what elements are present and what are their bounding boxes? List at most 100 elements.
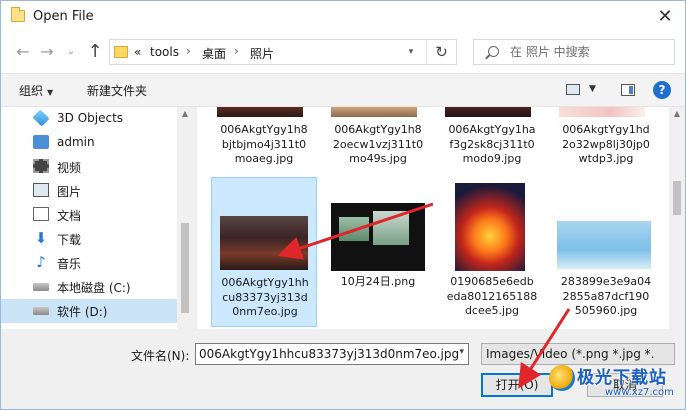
search-box[interactable] <box>473 39 675 65</box>
navigation-bar: ← → ⌄ ↑ « tools › 桌面 › 照片 ▾ ↻ <box>1 33 685 73</box>
chevron-down-icon[interactable]: ▾ <box>402 40 420 64</box>
sidebar-item-downloads[interactable]: ⬇ 下载 <box>1 227 177 251</box>
new-folder-button[interactable]: 新建文件夹 <box>87 82 147 99</box>
file-name: 006AkgtYgy1h8 2oecw1vzj311t0 mo49s.jpg <box>325 123 431 167</box>
watermark-logo-icon <box>549 365 575 391</box>
sidebar-item-label: admin <box>57 135 95 149</box>
file-name: 006AkgtYgy1ha f3g2sk8cj311t0 modo9.jpg <box>439 123 545 167</box>
file-name-line: eda8012165188 <box>446 289 538 303</box>
forward-arrow-icon[interactable]: → <box>37 41 57 63</box>
file-thumbnail <box>217 107 303 117</box>
breadcrumb-tools[interactable]: tools <box>150 45 179 59</box>
file-name-line: 006AkgtYgy1hh <box>221 276 309 289</box>
breadcrumb-desktop[interactable]: 桌面 <box>202 45 226 62</box>
organize-label: 组织 <box>19 84 44 98</box>
recent-locations-icon[interactable]: ⌄ <box>61 41 81 63</box>
command-bar: 组织 ▼ 新建文件夹 ▼ ? <box>1 73 685 107</box>
up-arrow-icon[interactable]: ↑ <box>85 41 105 63</box>
file-name-line: 2855a87dcf190 <box>562 289 650 303</box>
file-name-line: modo9.jpg <box>462 152 522 165</box>
music-icon: ♪ <box>36 253 46 271</box>
document-icon <box>33 207 49 221</box>
folder-icon <box>114 46 128 58</box>
file-name-line: 10月24日.png <box>340 275 416 288</box>
file-name-line: 006AkgtYgy1hd <box>562 123 650 136</box>
file-name-line: wtdp3.jpg <box>578 152 634 165</box>
organize-button[interactable]: 组织 ▼ <box>19 82 53 99</box>
filename-field[interactable]: 006AkgtYgy1hhcu83373yj313d0nm7eo.jpg ▾ <box>195 343 469 365</box>
file-item[interactable]: 006AkgtYgy1ha f3g2sk8cj311t0 modo9.jpg <box>439 107 545 175</box>
file-name-line: cu83373yj313d <box>222 290 308 304</box>
preview-pane-icon[interactable] <box>621 84 635 96</box>
scroll-up-icon[interactable]: ▲ <box>669 109 685 118</box>
scroll-up-icon[interactable]: ▲ <box>177 109 193 118</box>
file-name: 283899e3e9a04 2855a87dcf190 505960.jpg <box>553 275 659 319</box>
folder-app-icon <box>11 7 25 22</box>
file-thumbnail <box>220 216 308 270</box>
file-name-line: 006AkgtYgy1h8 <box>220 123 308 136</box>
help-icon[interactable]: ? <box>653 81 671 99</box>
sidebar-item-pictures[interactable]: 图片 <box>1 179 177 203</box>
sidebar-item-drive-d[interactable]: 软件 (D:) <box>1 299 177 323</box>
close-button[interactable]: ✕ <box>651 5 679 29</box>
download-icon: ⬇ <box>34 229 48 247</box>
sidebar-item-label: 音乐 <box>57 257 82 271</box>
file-name-line: dcee5.jpg <box>464 304 520 317</box>
file-name-line: 0190685e6edb <box>450 275 534 288</box>
search-input[interactable] <box>510 44 670 60</box>
drive-icon <box>33 307 49 315</box>
watermark: 极光下载站 www.xz7.com <box>549 359 685 405</box>
back-arrow-icon[interactable]: ← <box>13 41 33 63</box>
chevron-down-icon[interactable]: ▼ <box>589 84 596 94</box>
address-bar[interactable]: « tools › 桌面 › 照片 ▾ ↻ <box>109 39 457 65</box>
sidebar-item-admin[interactable]: admin <box>1 131 177 155</box>
video-icon <box>33 159 49 173</box>
sidebar-scrollbar[interactable]: ▲ <box>177 107 193 329</box>
sidebar-item-drive-c[interactable]: 本地磁盘 (C:) <box>1 275 177 299</box>
file-name: 0190685e6edb eda8012165188 dcee5.jpg <box>439 275 545 319</box>
breadcrumb-photos[interactable]: 照片 <box>250 45 274 62</box>
scrollbar-thumb[interactable] <box>673 181 681 215</box>
file-item[interactable]: 0190685e6edb eda8012165188 dcee5.jpg <box>439 177 545 327</box>
scrollbar-thumb[interactable] <box>181 223 189 313</box>
file-thumbnail <box>331 203 425 271</box>
file-thumbnail <box>331 107 417 117</box>
file-name-line: f3g2sk8cj311t0 <box>449 137 535 151</box>
watermark-text: 极光下载站 <box>577 368 667 388</box>
sidebar-item-videos[interactable]: 视频 <box>1 155 177 179</box>
breadcrumb-overflow[interactable]: « <box>134 45 141 59</box>
file-item[interactable]: 006AkgtYgy1h8 bjtbjmo4j311t0 moaeg.jpg <box>211 107 317 175</box>
sidebar-item-label: 本地磁盘 (C:) <box>57 281 131 295</box>
file-thumbnail <box>559 107 645 117</box>
file-name: 10月24日.png <box>325 275 431 290</box>
file-item[interactable]: 006AkgtYgy1hd 2o32wp8lj30jp0 wtdp3.jpg <box>553 107 659 175</box>
file-name: 006AkgtYgy1hd 2o32wp8lj30jp0 wtdp3.jpg <box>553 123 659 167</box>
file-name: 006AkgtYgy1h8 bjtbjmo4j311t0 moaeg.jpg <box>211 123 317 167</box>
chevron-down-icon[interactable]: ▾ <box>459 347 464 357</box>
file-list: 006AkgtYgy1h8 bjtbjmo4j311t0 moaeg.jpg 0… <box>197 107 669 329</box>
file-item[interactable]: 283899e3e9a04 2855a87dcf190 505960.jpg <box>553 177 659 327</box>
cube-icon <box>32 109 50 127</box>
sidebar-item-documents[interactable]: 文档 <box>1 203 177 227</box>
navigation-pane: 3D Objects admin 视频 图片 文档 ⬇ 下载 ♪ 音乐 本地磁盘 <box>1 107 193 329</box>
file-item-selected[interactable]: 006AkgtYgy1hh cu83373yj313d 0nm7eo.jpg <box>211 177 317 327</box>
drive-icon <box>33 283 49 291</box>
picture-icon <box>33 183 49 197</box>
view-mode-icon[interactable] <box>566 84 580 95</box>
file-item[interactable]: 006AkgtYgy1h8 2oecw1vzj311t0 mo49s.jpg <box>325 107 431 175</box>
user-folder-icon <box>33 135 49 149</box>
sidebar-item-music[interactable]: ♪ 音乐 <box>1 251 177 275</box>
sidebar-item-label: 软件 (D:) <box>57 305 108 319</box>
sidebar-item-label: 视频 <box>57 161 82 175</box>
file-item[interactable]: 10月24日.png <box>325 177 431 327</box>
file-name-line: 0nm7eo.jpg <box>232 305 298 318</box>
open-button[interactable]: 打开(O) <box>481 373 553 397</box>
sidebar-item-3d-objects[interactable]: 3D Objects <box>1 107 177 131</box>
file-name-line: 2o32wp8lj30jp0 <box>562 137 650 151</box>
refresh-icon[interactable]: ↻ <box>426 40 456 64</box>
file-list-scrollbar[interactable]: ▲ <box>669 107 685 329</box>
breadcrumb-separator[interactable]: › <box>234 44 239 58</box>
file-name-line: moaeg.jpg <box>234 152 294 165</box>
file-name-line: 283899e3e9a04 <box>560 275 652 288</box>
breadcrumb-separator[interactable]: › <box>186 44 191 58</box>
